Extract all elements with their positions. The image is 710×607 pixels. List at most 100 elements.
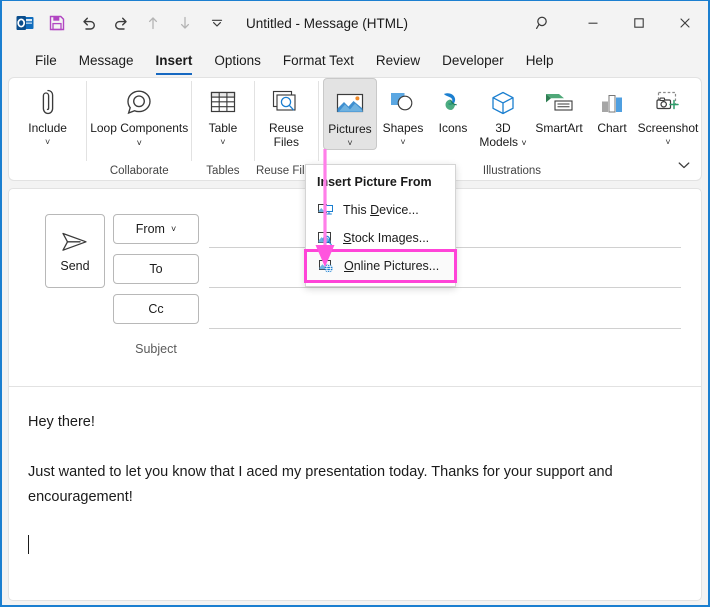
send-label: Send xyxy=(60,259,90,273)
chevron-down-icon[interactable]: ˅ xyxy=(137,138,142,148)
ribbon-collapse-icon[interactable] xyxy=(673,154,695,176)
tab-review[interactable]: Review xyxy=(365,46,431,74)
smartart-icon xyxy=(543,86,575,120)
window-title: Untitled - Message (HTML) xyxy=(246,15,409,31)
screenshot-button[interactable]: Screenshot ˅ xyxy=(635,78,701,150)
chart-button[interactable]: Chart xyxy=(589,78,635,150)
3d-models-icon xyxy=(488,86,518,120)
cc-field-line[interactable] xyxy=(209,328,681,329)
chart-label: Chart xyxy=(597,121,627,135)
maximize-icon[interactable] xyxy=(616,1,662,45)
access-key: S xyxy=(343,231,352,245)
screenshot-icon xyxy=(652,86,684,120)
from-label: From xyxy=(135,222,165,236)
shapes-icon xyxy=(388,86,418,120)
picture-stock-images-icon xyxy=(317,230,334,247)
ribbon-group-tables: Table ˅ Tables xyxy=(192,78,253,180)
menu-item-stock-images[interactable]: Stock Images... xyxy=(306,224,455,252)
tab-label: Options xyxy=(214,52,261,68)
to-field-line[interactable] xyxy=(209,287,681,288)
tab-label: Developer xyxy=(442,52,504,68)
icons-button[interactable]: Icons xyxy=(429,78,477,150)
pictures-button[interactable]: Pictures ˅ xyxy=(322,78,377,150)
smartart-label: SmartArt xyxy=(535,121,583,135)
search-icon[interactable] xyxy=(516,1,570,45)
loop-components-button[interactable]: Loop Components ˅ xyxy=(89,78,189,150)
ribbon-tab-strip: File Message Insert Options Format Text … xyxy=(2,45,708,75)
access-key: D xyxy=(370,203,380,217)
menu-item-label: Online Pictures... xyxy=(344,259,440,273)
loop-components-label-text: Loop Components xyxy=(90,121,189,135)
close-icon[interactable] xyxy=(662,1,708,45)
send-icon xyxy=(62,232,87,251)
loop-components-label: Loop Components ˅ xyxy=(89,121,189,150)
smartart-button[interactable]: SmartArt xyxy=(529,78,589,150)
subject-label: Subject xyxy=(135,342,177,356)
ribbon-group-include: Include ˅ xyxy=(9,78,86,180)
table-icon xyxy=(208,86,238,120)
cc-label: Cc xyxy=(148,302,164,316)
tab-label: Message xyxy=(78,52,134,68)
loop-components-icon xyxy=(123,86,155,120)
quick-access-toolbar xyxy=(2,8,232,38)
title-bar: Untitled - Message (HTML) xyxy=(2,1,708,45)
minimize-icon[interactable] xyxy=(570,1,616,45)
previous-item-icon[interactable] xyxy=(138,8,168,38)
chevron-down-icon[interactable]: ˅ xyxy=(220,137,225,147)
ribbon-group-label-tables: Tables xyxy=(206,165,240,177)
window-controls xyxy=(516,1,708,45)
outlook-compose-window: Untitled - Message (HTML) File Message I… xyxy=(0,0,710,607)
tab-insert[interactable]: Insert xyxy=(145,46,204,75)
include-button[interactable]: Include ˅ xyxy=(19,78,77,150)
insert-picture-menu: Insert Picture From This Device... Stock… xyxy=(304,164,457,287)
tab-file[interactable]: File xyxy=(24,46,68,74)
save-icon[interactable] xyxy=(42,8,72,38)
customize-quick-access-icon[interactable] xyxy=(202,8,232,38)
redo-icon[interactable] xyxy=(106,8,136,38)
menu-item-online-pictures[interactable]: Online Pictures... xyxy=(304,249,457,283)
3d-models-label-text: 3D Models xyxy=(479,121,519,149)
3d-models-label: 3D Models ˅ xyxy=(477,121,529,150)
reuse-files-label: Reuse Files xyxy=(268,121,304,149)
pictures-icon xyxy=(335,87,365,121)
menu-item-label: This Device... xyxy=(343,203,419,217)
cc-button[interactable]: Cc xyxy=(113,294,199,324)
menu-item-label: Stock Images... xyxy=(343,231,430,245)
reuse-files-button[interactable]: Reuse Files xyxy=(256,78,316,150)
tab-options[interactable]: Options xyxy=(203,46,272,74)
include-label: Include xyxy=(28,121,67,135)
chevron-down-icon[interactable]: ˅ xyxy=(665,137,670,147)
icons-icon xyxy=(438,86,468,120)
tab-label: File xyxy=(35,52,57,68)
picture-online-icon xyxy=(318,258,335,275)
menu-item-this-device[interactable]: This Device... xyxy=(306,196,455,224)
to-label: To xyxy=(149,262,163,276)
icons-label: Icons xyxy=(438,121,468,135)
table-label: Table xyxy=(208,121,238,135)
tab-help[interactable]: Help xyxy=(515,46,565,74)
from-button[interactable]: From ˅ xyxy=(113,214,199,244)
body-paragraph-2: Just wanted to let you know that I aced … xyxy=(28,464,613,505)
next-item-icon[interactable] xyxy=(170,8,200,38)
message-body[interactable]: Hey there! Just wanted to let you know t… xyxy=(9,388,701,600)
tab-format-text[interactable]: Format Text xyxy=(272,46,365,74)
tab-developer[interactable]: Developer xyxy=(431,46,515,74)
tab-message[interactable]: Message xyxy=(68,46,145,74)
ribbon-group-label-collaborate: Collaborate xyxy=(109,165,169,177)
chevron-down-icon[interactable]: ˅ xyxy=(400,137,405,147)
undo-icon[interactable] xyxy=(74,8,104,38)
paperclip-icon xyxy=(34,86,62,120)
table-button[interactable]: Table ˅ xyxy=(195,78,251,150)
body-spacer-2 xyxy=(28,510,681,535)
send-button[interactable]: Send xyxy=(45,214,105,288)
shapes-label: Shapes xyxy=(382,121,424,135)
shapes-button[interactable]: Shapes ˅ xyxy=(377,78,429,150)
tab-label: Review xyxy=(375,52,421,68)
to-button[interactable]: To xyxy=(113,254,199,284)
3d-models-button[interactable]: 3D Models ˅ xyxy=(477,78,529,150)
chevron-down-icon[interactable]: ˅ xyxy=(171,224,176,234)
chevron-down-icon[interactable]: ˅ xyxy=(521,138,526,148)
chevron-down-icon[interactable]: ˅ xyxy=(45,137,50,147)
chevron-down-icon[interactable]: ˅ xyxy=(347,138,352,148)
menu-header: Insert Picture From xyxy=(317,175,432,189)
